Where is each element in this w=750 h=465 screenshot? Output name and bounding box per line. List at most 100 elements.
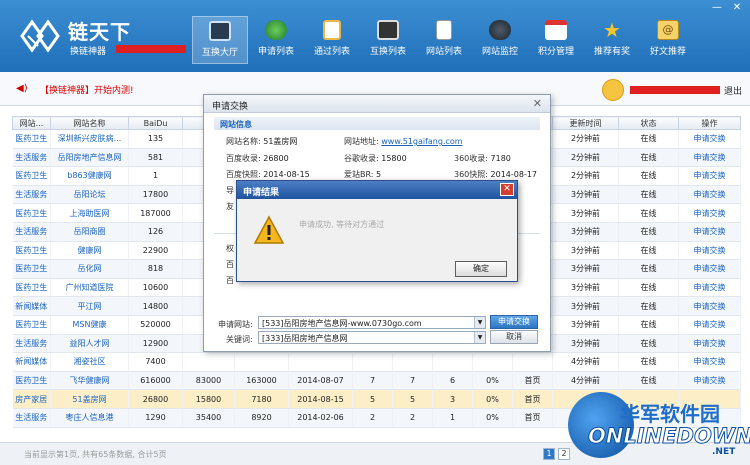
apply-exchange-link[interactable]: 申请交换 bbox=[678, 203, 741, 223]
apply-exchange-link[interactable]: 申请交换 bbox=[678, 296, 741, 316]
section-title: 网站信息 bbox=[214, 117, 540, 130]
table-cell: 3分钟前 bbox=[552, 296, 619, 316]
my-site-label: 申请网站: bbox=[218, 320, 253, 329]
site-name-label: 网站名称: bbox=[226, 137, 261, 146]
logout-link[interactable]: 退出 bbox=[724, 84, 742, 97]
baidu-snapshot-info: 百度快照: 2014-08-15 bbox=[226, 169, 310, 180]
aizhan-br-info: 爱站BR: 5 bbox=[344, 169, 381, 180]
site-name-link[interactable]: 岳阳商圈 bbox=[50, 222, 129, 242]
site-name-link[interactable]: MSN健康 bbox=[50, 315, 129, 335]
column-header[interactable]: 操作 bbox=[678, 116, 741, 130]
site-name-link[interactable]: 飞华健康网 bbox=[50, 371, 129, 391]
table-cell: 616000 bbox=[128, 371, 183, 391]
apply-exchange-link[interactable]: 申请交换 bbox=[678, 352, 741, 372]
nav-label: 推荐有奖 bbox=[593, 47, 630, 57]
site-name-link[interactable]: 岳化网 bbox=[50, 259, 129, 279]
site-name-link[interactable]: 益阳人才网 bbox=[50, 334, 129, 354]
partial-row-label: 百 bbox=[226, 276, 234, 285]
user-area: 退出 bbox=[602, 79, 742, 101]
google-count-value: 15800 bbox=[381, 154, 407, 163]
table-row[interactable]: 新闻媒体 湘姿社区 7400 4分钟前 在线 申请交换 bbox=[12, 352, 741, 372]
table-cell bbox=[512, 352, 553, 372]
site-name-link[interactable]: 健康网 bbox=[50, 241, 129, 261]
close-button[interactable]: ✕ bbox=[730, 2, 744, 14]
table-cell bbox=[472, 352, 513, 372]
chevron-down-icon: ▼ bbox=[474, 332, 485, 343]
column-header[interactable]: 网站名称 bbox=[50, 116, 129, 130]
site-name-link[interactable]: 湘姿社区 bbox=[50, 352, 129, 372]
site-name-link[interactable]: 平江网 bbox=[50, 296, 129, 316]
dialog-close-button[interactable]: ✕ bbox=[533, 97, 542, 110]
s360-snapshot-label: 360快照: bbox=[454, 170, 488, 179]
nav-exchange-list[interactable]: 互换列表 bbox=[360, 16, 416, 64]
site-name-link[interactable]: 51盖房网 bbox=[50, 389, 129, 409]
apply-exchange-link[interactable]: 申请交换 bbox=[678, 148, 741, 168]
nav-approved-list[interactable]: 通过列表 bbox=[304, 16, 360, 64]
apply-exchange-link[interactable]: 申请交换 bbox=[678, 259, 741, 279]
speaker-icon: ◀) bbox=[16, 83, 28, 94]
site-name-link[interactable]: 枣庄人信息港 bbox=[50, 408, 129, 428]
site-name-link[interactable]: 广州知道医院 bbox=[50, 278, 129, 298]
table-cell: 2014-08-15 bbox=[288, 389, 353, 409]
table-cell: 在线 bbox=[618, 296, 679, 316]
site-url-link[interactable]: www.51gaifang.com bbox=[381, 137, 462, 146]
table-cell: 581 bbox=[128, 148, 183, 168]
category-cell: 生活服务 bbox=[12, 148, 51, 168]
column-header[interactable]: 更新时间 bbox=[552, 116, 619, 130]
ok-button[interactable]: 确定 bbox=[455, 261, 507, 277]
table-cell bbox=[352, 352, 393, 372]
table-cell: 在线 bbox=[618, 185, 679, 205]
site-name-link[interactable]: 深圳新兴皮肤病... bbox=[50, 129, 129, 149]
apply-exchange-link[interactable]: 申请交换 bbox=[678, 334, 741, 354]
table-cell bbox=[288, 352, 353, 372]
table-cell: 7180 bbox=[234, 389, 289, 409]
table-cell: 在线 bbox=[618, 148, 679, 168]
table-cell: 17800 bbox=[128, 185, 183, 205]
apply-exchange-link[interactable]: 申请交换 bbox=[678, 185, 741, 205]
nav-apply-list[interactable]: 申请列表 bbox=[248, 16, 304, 64]
avatar[interactable] bbox=[602, 79, 624, 101]
modal-close-button[interactable]: ✕ bbox=[500, 183, 514, 196]
apply-exchange-link[interactable]: 申请交换 bbox=[678, 278, 741, 298]
table-cell: 7 bbox=[392, 371, 433, 391]
nav-site-monitor[interactable]: 网站监控 bbox=[472, 16, 528, 64]
table-cell: 2 bbox=[352, 408, 393, 428]
apply-exchange-link[interactable]: 申请交换 bbox=[678, 241, 741, 261]
app-header: 链天下 换链神器 互换大厅 申请列表 通过列表 互换列表 网站列表 网站监控 积… bbox=[0, 0, 750, 72]
s360-count-label: 360收录: bbox=[454, 154, 488, 163]
redacted-username bbox=[630, 86, 720, 94]
table-cell: 14800 bbox=[128, 296, 183, 316]
nav-exchange-hall[interactable]: 互换大厅 bbox=[192, 16, 248, 64]
column-header[interactable]: 状态 bbox=[618, 116, 679, 130]
site-name-link[interactable]: 岳阳论坛 bbox=[50, 185, 129, 205]
apply-exchange-link[interactable]: 申请交换 bbox=[678, 222, 741, 242]
file-icon bbox=[436, 20, 452, 40]
keyword-select[interactable]: [333]岳阳房地产信息网 ▼ bbox=[258, 331, 486, 344]
column-header[interactable]: 网站... bbox=[12, 116, 51, 130]
nav-articles[interactable]: @ 好文推荐 bbox=[640, 16, 696, 64]
site-name-link[interactable]: 岳阳房地产信息网 bbox=[50, 148, 129, 168]
column-header[interactable]: BaiDu bbox=[128, 116, 183, 130]
nav-points[interactable]: 积分管理 bbox=[528, 16, 584, 64]
my-site-select[interactable]: [533]岳阳房地产信息网-www.0730go.com ▼ bbox=[258, 316, 486, 329]
apply-exchange-link[interactable]: 申请交换 bbox=[678, 129, 741, 149]
apply-exchange-link[interactable]: 申请交换 bbox=[678, 166, 741, 186]
google-count-label: 谷歌收录: bbox=[344, 154, 379, 163]
nav-referral[interactable]: ★ 推荐有奖 bbox=[584, 16, 640, 64]
cancel-button[interactable]: 取消 bbox=[490, 330, 538, 344]
apply-exchange-link[interactable]: 申请交换 bbox=[678, 315, 741, 335]
category-cell: 医药卫生 bbox=[12, 241, 51, 261]
keyword-label: 关键词: bbox=[226, 335, 253, 344]
screen-icon bbox=[377, 20, 399, 40]
page-button[interactable]: 1 bbox=[543, 448, 555, 460]
table-cell: 2分钟前 bbox=[552, 166, 619, 186]
nav-site-list[interactable]: 网站列表 bbox=[416, 16, 472, 64]
monitor-eye-icon bbox=[489, 20, 511, 40]
site-name-link[interactable]: b863健康网 bbox=[50, 166, 129, 186]
minimize-button[interactable]: — bbox=[710, 2, 724, 14]
baidu-snapshot-label: 百度快照: bbox=[226, 170, 261, 179]
apply-exchange-button[interactable]: 申请交换 bbox=[490, 315, 538, 329]
watermark-com: .NET bbox=[712, 447, 736, 457]
site-name-link[interactable]: 上海助医网 bbox=[50, 203, 129, 223]
site-name-info: 网站名称: 51盖房网 bbox=[226, 136, 297, 147]
